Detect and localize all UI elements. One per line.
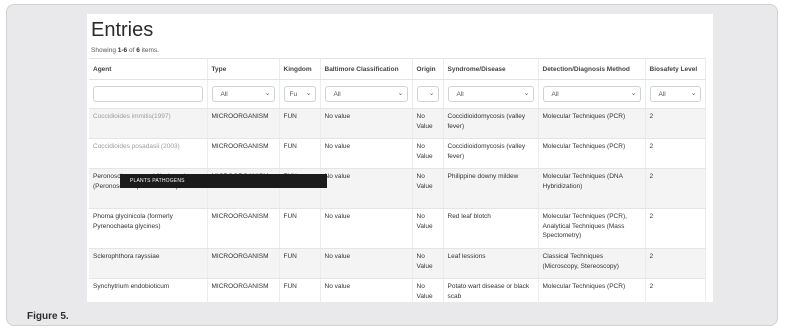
cell-kingdom: FUN	[279, 208, 321, 249]
chevron-down-icon: ⌄	[630, 90, 637, 97]
cell-biosafety: 2	[645, 138, 706, 169]
cell-biosafety: 2	[645, 168, 706, 209]
plants-pathogens-tooltip: PLANTS PATHOGENS	[120, 174, 327, 188]
chevron-down-icon: ⌄	[264, 90, 271, 97]
cell-kingdom: FUN	[279, 248, 321, 279]
column-header-type[interactable]: Type	[207, 58, 280, 80]
cell-type: MICROORGANISM	[207, 278, 280, 302]
kingdom-filter-select[interactable]: Fu ⌄	[283, 86, 316, 102]
syndrome-filter-select[interactable]: All ⌄	[447, 86, 534, 102]
cell-kingdom: FUN	[279, 278, 321, 302]
cell-origin: No Value	[412, 138, 444, 169]
cell-type: MICROORGANISM	[207, 248, 280, 279]
header-row: Agent Type Kingdom Baltimore Classificat…	[89, 58, 706, 80]
cell-origin: No Value	[412, 108, 444, 139]
cell-detection: Molecular Techniques (PCR)	[538, 108, 646, 139]
chevron-down-icon: ⌄	[428, 90, 435, 97]
cell-agent[interactable]: Coccidioides posadasii (2003)	[89, 138, 208, 169]
column-header-syndrome[interactable]: Syndrome/Disease	[443, 58, 539, 80]
cell-biosafety: 2	[645, 108, 706, 139]
cell-syndrome: Leaf lessions	[443, 248, 539, 279]
column-header-origin[interactable]: Origin	[412, 58, 444, 80]
cell-baltimore: No value	[320, 278, 413, 302]
summary-mid: of	[127, 47, 137, 54]
summary-prefix: Showing	[91, 47, 118, 54]
chevron-down-icon: ⌄	[523, 90, 530, 97]
column-header-baltimore[interactable]: Baltimore Classification	[320, 58, 413, 80]
results-summary: Showing 1-6 of 6 items.	[91, 47, 159, 54]
table-row[interactable]: Phoma glycinicola (formerly Pyrenochaeta…	[89, 208, 706, 249]
cell-type: MICROORGANISM	[207, 108, 280, 139]
cell-baltimore: No value	[320, 168, 413, 209]
table-row[interactable]: Synchytrium endobioticum MICROORGANISM F…	[89, 278, 706, 302]
syndrome-filter-value: All	[456, 91, 464, 98]
cell-detection: Molecular Techniques (PCR), Analytical T…	[538, 208, 646, 249]
cell-detection: Classical Techniques (Microscopy, Stereo…	[538, 248, 646, 279]
table-row[interactable]: Coccidioides immitis(1997) MICROORGANISM…	[89, 108, 706, 139]
table-row[interactable]: Sclerophthora rayssiae MICROORGANISM FUN…	[89, 248, 706, 279]
baltimore-filter-value: All	[333, 91, 341, 98]
cell-biosafety: 2	[645, 278, 706, 302]
cell-agent[interactable]: Coccidioides immitis(1997)	[89, 108, 208, 139]
type-filter-value: All	[220, 91, 228, 98]
chevron-down-icon: ⌄	[397, 90, 404, 97]
detection-filter-select[interactable]: All ⌄	[542, 86, 641, 102]
cell-baltimore: No value	[320, 248, 413, 279]
filter-cell-syndrome: All ⌄	[443, 79, 539, 109]
filter-cell-biosafety: All ⌄	[645, 79, 706, 109]
cell-syndrome: Philippine downy mildew	[443, 168, 539, 209]
chevron-down-icon: ⌄	[690, 90, 697, 97]
cell-detection: Molecular Techniques (PCR)	[538, 278, 646, 302]
cell-biosafety: 2	[645, 248, 706, 279]
figure-caption: Figure 5.	[27, 311, 69, 322]
cell-type: MICROORGANISM	[207, 208, 280, 249]
biosafety-filter-value: All	[658, 91, 666, 98]
cell-kingdom: FUN	[279, 138, 321, 169]
type-filter-select[interactable]: All ⌄	[211, 86, 275, 102]
figure-frame: Entries Showing 1-6 of 6 items. Agent Ty…	[6, 4, 778, 326]
column-header-kingdom[interactable]: Kingdom	[279, 58, 321, 80]
entries-panel: Entries Showing 1-6 of 6 items. Agent Ty…	[87, 14, 713, 302]
kingdom-filter-value: Fu	[289, 91, 298, 98]
filter-cell-kingdom: Fu ⌄	[279, 79, 321, 109]
cell-agent[interactable]: Phoma glycinicola (formerly Pyrenochaeta…	[89, 208, 208, 249]
cell-origin: No Value	[412, 208, 444, 249]
filter-cell-type: All ⌄	[207, 79, 280, 109]
table-row[interactable]: Coccidioides posadasii (2003) MICROORGAN…	[89, 138, 706, 169]
cell-baltimore: No value	[320, 208, 413, 249]
filter-cell-origin: ⌄	[412, 79, 444, 109]
summary-range: 1-6	[117, 47, 128, 54]
cell-origin: No Value	[412, 168, 444, 209]
cell-syndrome: Coccidioidomycosis (valley fever)	[443, 108, 539, 139]
cell-kingdom: FUN	[279, 108, 321, 139]
filter-cell-detection: All ⌄	[538, 79, 646, 109]
cell-agent[interactable]: Synchytrium endobioticum	[89, 278, 208, 302]
detection-filter-value: All	[551, 91, 559, 98]
column-header-detection[interactable]: Detection/Diagnosis Method	[538, 58, 646, 80]
filter-cell-agent	[89, 79, 208, 109]
cell-origin: No Value	[412, 248, 444, 279]
filter-row: All ⌄ Fu ⌄ All ⌄ ⌄ All ⌄ All ⌄ All ⌄	[89, 79, 706, 109]
cell-detection: Molecular Techniques (PCR)	[538, 138, 646, 169]
column-header-agent[interactable]: Agent	[89, 58, 208, 80]
chevron-down-icon: ⌄	[305, 90, 312, 97]
cell-detection: Molecular Techniques (DNA Hybridization)	[538, 168, 646, 209]
biosafety-filter-select[interactable]: All ⌄	[649, 86, 701, 102]
filter-cell-baltimore: All ⌄	[320, 79, 413, 109]
summary-suffix: items.	[139, 47, 159, 54]
baltimore-filter-select[interactable]: All ⌄	[324, 86, 408, 102]
cell-baltimore: No value	[320, 108, 413, 139]
column-header-biosafety[interactable]: Biosafety Level	[645, 58, 706, 80]
cell-baltimore: No value	[320, 138, 413, 169]
cell-type: MICROORGANISM	[207, 138, 280, 169]
cell-biosafety: 2	[645, 208, 706, 249]
cell-origin: No Value	[412, 278, 444, 302]
cell-syndrome: Red leaf blotch	[443, 208, 539, 249]
cell-syndrome: Coccidioidomycosis (valley fever)	[443, 138, 539, 169]
page-title: Entries	[91, 19, 154, 41]
origin-filter-select[interactable]: ⌄	[416, 86, 439, 102]
agent-filter-input[interactable]	[93, 86, 203, 102]
cell-agent[interactable]: Sclerophthora rayssiae	[89, 248, 208, 279]
cell-syndrome: Potato wart disease or black scab	[443, 278, 539, 302]
